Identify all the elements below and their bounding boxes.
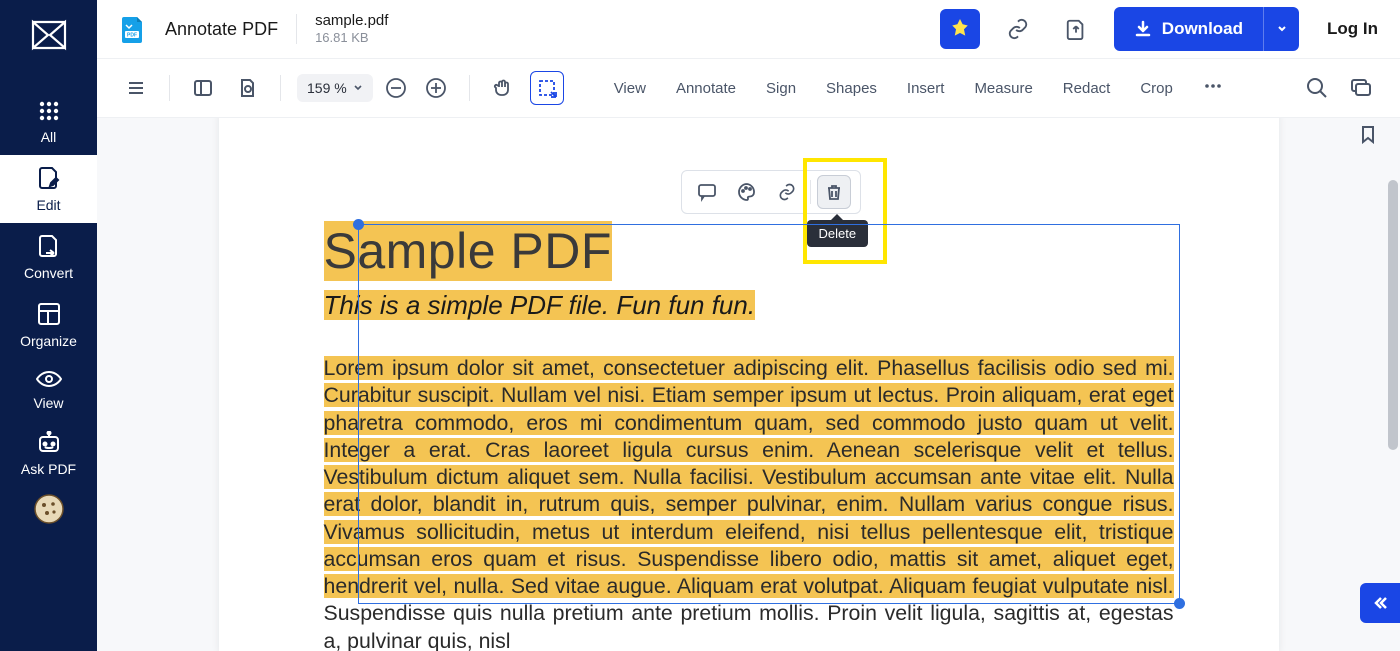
divider (296, 14, 297, 44)
grid-icon (37, 99, 61, 123)
download-label: Download (1162, 19, 1243, 39)
menu-crop[interactable]: Crop (1140, 80, 1173, 97)
menu-redact[interactable]: Redact (1063, 80, 1111, 97)
link-button[interactable] (998, 9, 1038, 49)
delete-button[interactable] (817, 175, 851, 209)
divider (169, 75, 170, 101)
header: PDF Annotate PDF sample.pdf 16.81 KB Dow… (97, 0, 1400, 58)
zoom-out-button[interactable] (379, 71, 413, 105)
convert-icon (36, 233, 62, 259)
selection-handle-tl[interactable] (353, 219, 364, 230)
svg-text:PDF: PDF (127, 33, 137, 39)
bookmark-icon[interactable] (1358, 124, 1378, 149)
selection-handle-br[interactable] (1174, 598, 1185, 609)
sidebar-item-view[interactable]: View (0, 359, 97, 421)
link-annotation-button[interactable] (770, 175, 804, 209)
toolbar: 159 % View Annotate Sign Shapes Insert M… (97, 58, 1400, 118)
cookie-icon[interactable] (33, 493, 65, 530)
vertical-scrollbar[interactable] (1388, 180, 1398, 450)
edit-icon (36, 165, 62, 191)
divider (469, 75, 470, 101)
menu-shapes[interactable]: Shapes (826, 80, 877, 97)
document-canvas[interactable]: Delete Sample PDF This is a simple PDF f… (97, 118, 1400, 651)
menu-annotate[interactable]: Annotate (676, 80, 736, 97)
sidebar-label: All (41, 129, 57, 145)
app-title: Annotate PDF (165, 19, 278, 40)
sidebar-label: View (33, 395, 63, 411)
selection-box[interactable] (358, 224, 1180, 604)
divider (810, 180, 811, 204)
premium-button[interactable] (940, 9, 980, 49)
zoom-value[interactable]: 159 % (297, 74, 373, 102)
menu-sign[interactable]: Sign (766, 80, 796, 97)
zoom-controls: 159 % (297, 71, 453, 105)
expand-panel-button[interactable] (1360, 583, 1400, 623)
comment-button[interactable] (690, 175, 724, 209)
sidebar-label: Ask PDF (21, 461, 76, 477)
eye-icon (36, 369, 62, 389)
organize-icon (36, 301, 62, 327)
search-button[interactable] (1300, 71, 1334, 105)
login-button[interactable]: Log In (1327, 19, 1378, 39)
sidebar-item-all[interactable]: All (0, 89, 97, 155)
menu-insert[interactable]: Insert (907, 80, 945, 97)
select-tool-button[interactable] (530, 71, 564, 105)
menu-view[interactable]: View (614, 80, 646, 97)
sidebar-label: Convert (24, 265, 73, 281)
file-size: 16.81 KB (315, 30, 388, 46)
sidebar-label: Organize (20, 333, 77, 349)
sidebar-item-organize[interactable]: Organize (0, 291, 97, 359)
file-name: sample.pdf (315, 12, 388, 30)
app-logo (30, 18, 68, 57)
pdf-file-icon: PDF (119, 15, 147, 43)
sidebar-label: Edit (36, 197, 60, 213)
color-button[interactable] (730, 175, 764, 209)
pan-tool-button[interactable] (486, 71, 520, 105)
menu-measure[interactable]: Measure (974, 80, 1032, 97)
page-thumb-button[interactable] (230, 71, 264, 105)
export-button[interactable] (1056, 9, 1096, 49)
divider (280, 75, 281, 101)
hamburger-button[interactable] (119, 71, 153, 105)
pdf-page: Delete Sample PDF This is a simple PDF f… (219, 118, 1279, 651)
download-button[interactable]: Download (1114, 7, 1299, 51)
comments-button[interactable] (1344, 71, 1378, 105)
context-toolbar (681, 170, 861, 214)
download-caret[interactable] (1263, 7, 1299, 51)
file-info: sample.pdf 16.81 KB (315, 12, 388, 46)
menu-bar: View Annotate Sign Shapes Insert Measure… (614, 76, 1223, 100)
sidebar-item-convert[interactable]: Convert (0, 223, 97, 291)
sidebar-item-askpdf[interactable]: Ask PDF (0, 421, 97, 487)
zoom-in-button[interactable] (419, 71, 453, 105)
panel-toggle-button[interactable] (186, 71, 220, 105)
bot-icon (36, 431, 62, 455)
menu-more[interactable] (1203, 76, 1223, 100)
left-sidebar: All Edit Convert Organize View Ask PDF (0, 0, 97, 651)
sidebar-item-edit[interactable]: Edit (0, 155, 97, 223)
